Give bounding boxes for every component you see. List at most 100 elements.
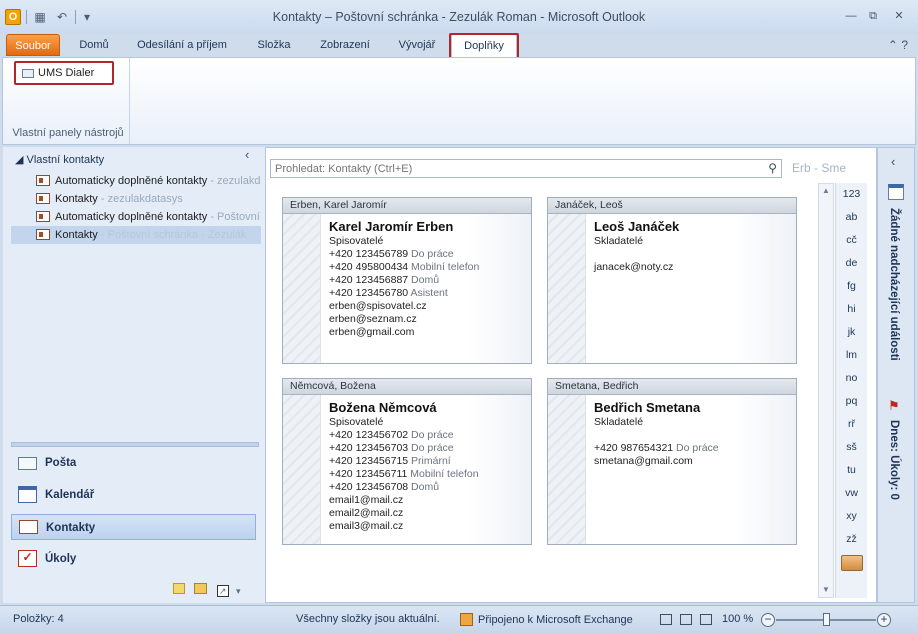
index-letter-button[interactable]: de [836, 252, 867, 275]
window-title: Kontakty – Poštovní schránka - Zezulák R… [272, 10, 646, 24]
contact-detail-line: +420 123456715 Primární [329, 455, 529, 468]
detail-value: erben@gmail.com [329, 326, 415, 338]
nav-button-ukoly[interactable]: ✓ Úkoly [11, 546, 256, 572]
contact-file-as[interactable]: Němcová, Božena [283, 379, 531, 395]
folder-item[interactable]: Kontakty - zezulakdatasys [11, 190, 261, 208]
item-count: Položky: 4 [13, 613, 64, 625]
detail-value: +420 123456702 [329, 429, 409, 441]
detail-value: +420 987654321 [594, 442, 674, 454]
zoom-out-button[interactable]: − [761, 613, 775, 627]
ums-dialer-button[interactable]: UMS Dialer [14, 61, 114, 85]
index-letter-button[interactable]: lm [836, 344, 867, 367]
minimize-button[interactable]: — [840, 9, 862, 25]
card-view-icon[interactable] [680, 614, 692, 625]
tab-zobrazeni[interactable]: Zobrazení [308, 34, 382, 56]
exchange-status[interactable]: Připojeno k Microsoft Exchange [460, 613, 633, 626]
tab-domu[interactable]: Domů [68, 34, 120, 56]
detail-value: +420 123456887 [329, 274, 409, 286]
zoom-slider-thumb[interactable] [823, 613, 830, 626]
ribbon-panel: UMS Dialer Vlastní panely nástrojů [2, 57, 916, 145]
reading-view-icon[interactable] [700, 614, 712, 625]
index-letter-button[interactable]: rř [836, 413, 867, 436]
index-letter-button[interactable]: jk [836, 321, 867, 344]
contacts-folder-icon [36, 211, 50, 222]
notes-icon[interactable] [173, 583, 185, 594]
index-letter-button[interactable]: zž [836, 528, 867, 551]
zoom-level[interactable]: 100 % [722, 613, 753, 625]
maximize-button[interactable]: ⧉ [862, 9, 884, 25]
contact-card[interactable]: Smetana, Bedřich Bedřich Smetana Skladatel… [547, 378, 797, 545]
contact-card[interactable]: Janáček, Leoš Leoš Janáček Skladatelé janac… [547, 197, 797, 364]
nav-button-kontakty[interactable]: Kontakty [11, 514, 256, 540]
zoom-in-button[interactable]: + [877, 613, 891, 627]
scroll-up-arrow[interactable]: ▲ [819, 184, 833, 198]
card-stripe [548, 395, 586, 544]
detail-value: erben@spisovatel.cz [329, 300, 427, 312]
index-letter-button[interactable]: hi [836, 298, 867, 321]
index-letter-button[interactable]: cč [836, 229, 867, 252]
index-letter-button[interactable]: 123 [836, 183, 867, 206]
index-letter-button[interactable]: sš [836, 436, 867, 459]
index-letter-button[interactable]: pq [836, 390, 867, 413]
close-button[interactable]: ✕ [888, 9, 910, 25]
contact-company: Skladatelé [594, 416, 644, 428]
folder-group-header[interactable]: ◢ Vlastní kontakty [15, 153, 104, 166]
contact-full-name: Karel Jaromír Erben [329, 219, 454, 234]
tasks-today-label[interactable]: Dnes: Úkoly: 0 [888, 420, 900, 500]
todo-bar: ‹ Žádné nadcházející události ⚑ Dnes: Úk… [877, 147, 915, 603]
index-letter-button[interactable]: tu [836, 459, 867, 482]
nav-pane-splitter[interactable] [11, 442, 259, 447]
contact-detail-line: +420 123456702 Do práce [329, 429, 529, 442]
index-letter-button[interactable]: xy [836, 505, 867, 528]
tab-vyvojar[interactable]: Vývojář [388, 34, 446, 56]
contacts-folder-icon [36, 175, 50, 186]
index-letter-button[interactable]: fg [836, 275, 867, 298]
index-letter-button[interactable]: vw [836, 482, 867, 505]
nav-button-kalendar[interactable]: Kalendář [11, 482, 256, 508]
contact-card[interactable]: Němcová, Božena Božena Němcová Spisovatelé… [282, 378, 532, 545]
shortcuts-icon[interactable]: ↗ [216, 585, 229, 597]
tasks-icon: ✓ [18, 550, 37, 567]
search-input[interactable] [271, 160, 763, 177]
contact-file-as[interactable]: Smetana, Bedřich [548, 379, 796, 395]
index-letter-button[interactable]: ab [836, 206, 867, 229]
vertical-scrollbar[interactable]: ▲ ▼ [818, 183, 834, 598]
title-bar: O ▦ ↶ ▾ Kontakty – Poštovní schránka - Z… [0, 0, 918, 34]
folder-item-selected[interactable]: Kontakty - Poštovní schránka - Zezulák [11, 226, 261, 244]
expand-todo-icon[interactable]: ‹ [891, 154, 895, 169]
upcoming-appointments-label[interactable]: Žádné nadcházející události [888, 208, 900, 361]
normal-view-icon[interactable] [660, 614, 672, 625]
contact-detail-line: +420 123456780 Asistent [329, 287, 529, 300]
nav-button-posta[interactable]: Pošta [11, 450, 256, 476]
folder-list-icon[interactable] [194, 583, 208, 594]
tab-soubor[interactable]: Soubor [6, 34, 60, 56]
detail-value: +420 123456715 [329, 455, 409, 467]
detail-value: +420 123456780 [329, 287, 409, 299]
configure-buttons-icon[interactable]: ▾ [236, 586, 241, 596]
group-label: Vlastní panely nástrojů [12, 127, 124, 139]
help-icon[interactable]: ? [901, 38, 908, 52]
status-bar: Položky: 4 Všechny složky jsou aktuální.… [0, 605, 918, 633]
index-letter-button[interactable]: no [836, 367, 867, 390]
contacts-view: ⚲ Erb - Sme Erben, Karel Jaromír Karel Ja… [265, 147, 877, 603]
contact-detail-line: erben@seznam.cz [329, 313, 529, 326]
tab-odesilani-a-prijem[interactable]: Odesílání a příjem [126, 34, 238, 56]
contact-file-as[interactable]: Janáček, Leoš [548, 198, 796, 214]
search-box[interactable]: ⚲ [270, 159, 782, 178]
contact-people-icon[interactable] [840, 555, 863, 571]
folder-item[interactable]: Automaticky doplněné kontakty - Poštovní… [11, 208, 261, 226]
folder-item[interactable]: Automaticky doplněné kontakty - zezulakd… [11, 172, 261, 190]
contact-file-as[interactable]: Erben, Karel Jaromír [283, 198, 531, 214]
tab-slozka[interactable]: Složka [246, 34, 302, 56]
detail-label: Do práce [408, 429, 454, 441]
ribbon-minimize-help-icons[interactable]: ⌃ ? [888, 38, 908, 52]
collapse-pane-icon[interactable]: ‹ [245, 147, 249, 162]
contact-company: Spisovatelé [329, 416, 384, 428]
contact-detail-line: smetana@gmail.com [594, 455, 794, 468]
contact-card[interactable]: Erben, Karel Jaromír Karel Jaromír Erben S… [282, 197, 532, 364]
calendar-icon [888, 184, 904, 200]
scroll-down-arrow[interactable]: ▼ [819, 583, 833, 597]
detail-value: janacek@noty.cz [594, 261, 674, 273]
search-icon[interactable]: ⚲ [768, 161, 777, 175]
nav-shortcut-icons[interactable]: ↗ ▾ [173, 583, 241, 597]
